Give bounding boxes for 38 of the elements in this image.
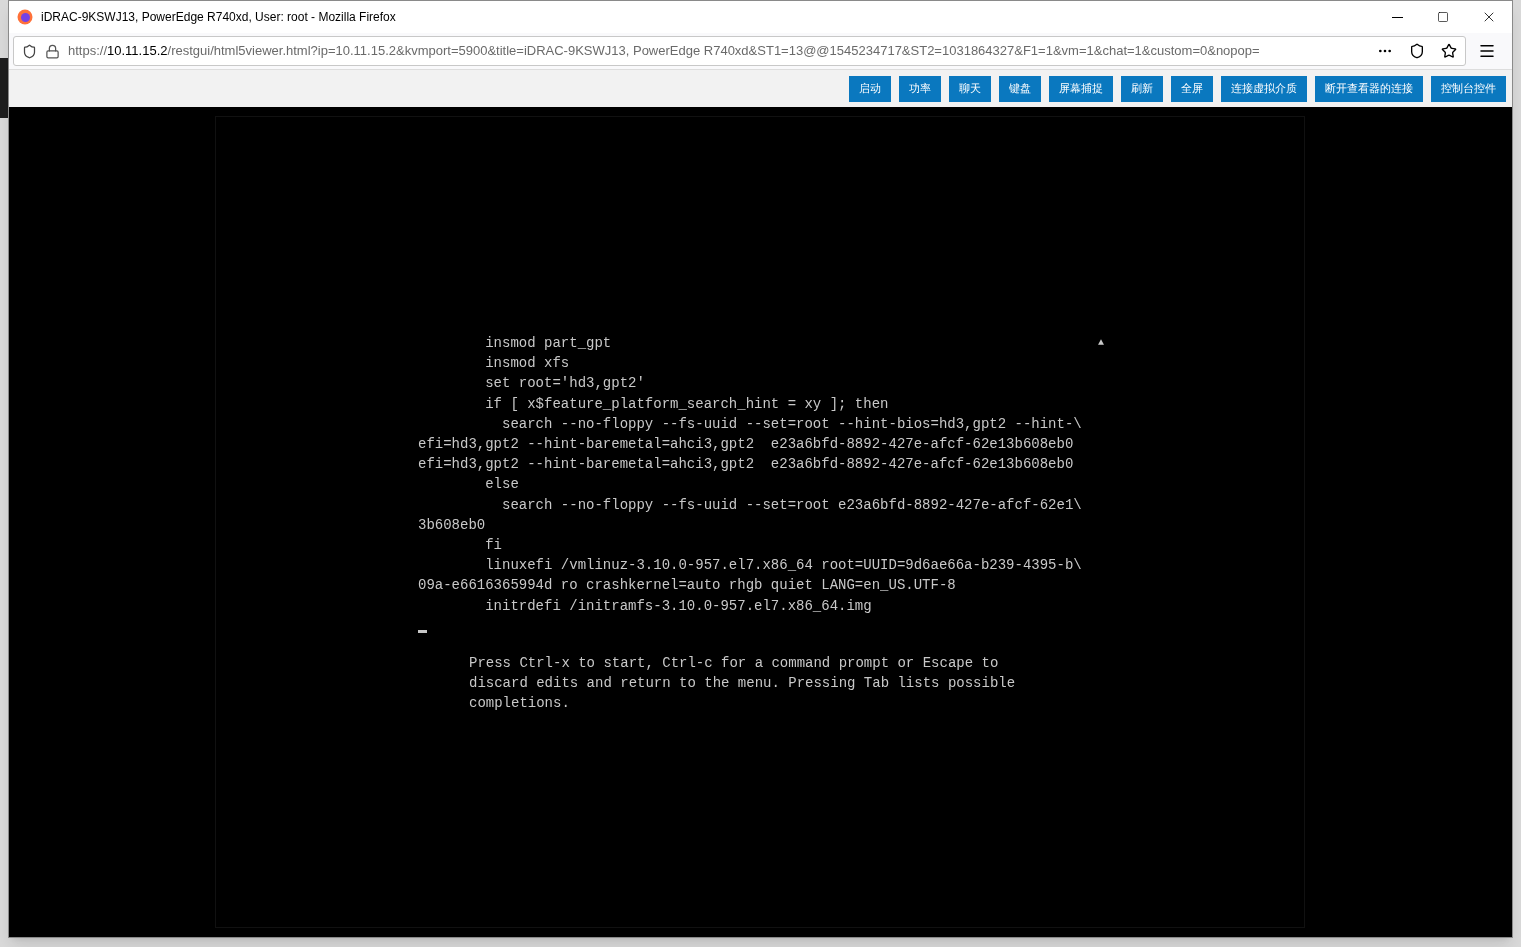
console-line: fi — [484, 536, 502, 556]
console-line: if [ x$feature_platform_search_hint = xy ]; then — [484, 394, 889, 414]
tracking-shield-icon[interactable] — [22, 43, 37, 59]
minimize-icon — [1391, 16, 1403, 18]
menu-icon[interactable] — [1478, 42, 1496, 60]
toolbar-button[interactable]: 连接虚拟介质 — [1221, 75, 1307, 102]
console-line: insmod xfs — [484, 354, 570, 374]
toolbar-button[interactable]: 断开查看器的连接 — [1315, 75, 1423, 102]
console-line: 3b608eb0 — [418, 515, 486, 535]
console-line: efi=hd3,gpt2 --hint-baremetal=ahci3,gpt2 e23a6bfd-8892-427e-afcf-62e13b608eb0 — [418, 435, 1074, 454]
console-line: insmod part_gpt — [484, 334, 612, 353]
console-line: search --no-floppy --fs-uuid --set=root --hint-bios=hd3,gpt2 --hint-\ — [501, 414, 1082, 434]
console-line: linuxefi /vmlinuz-3.10.0-957.el7.x86_64 root=UUID=9d6ae66a-b239-4395-b\ — [484, 556, 1082, 576]
toolbar-button[interactable]: 键盘 — [999, 75, 1041, 102]
toolbar-button[interactable]: 聊天 — [949, 75, 991, 102]
toolbar-button[interactable]: 全屏 — [1171, 75, 1213, 102]
scroll-marker: ▲ — [1098, 336, 1104, 350]
address-bar[interactable]: https://10.11.15.2/restgui/html5viewer.html?ip=10.11.15.2&kvmport=5900&title=iDRAC-9KSWJ13, PowerEdge R740xd&ST1=13@@1545234717&ST2=1031864327&F1=1&vm=1&chat=1&custom=0&nopop= — [13, 36, 1466, 66]
toolbar-button[interactable]: 刷新 — [1121, 75, 1163, 102]
toolbar-button[interactable]: 控制台控件 — [1431, 75, 1506, 102]
toolbar-button[interactable]: 功率 — [899, 75, 941, 102]
console-line: else — [484, 475, 519, 495]
console-line: set root='hd3,gpt2' — [484, 374, 645, 394]
help-line: Press Ctrl-x to start, Ctrl-c for a command prompt or Escape to — [469, 653, 999, 673]
help-line: completions. — [469, 694, 570, 714]
console-line: search --no-floppy --fs-uuid --set=root e23a6bfd-8892-427e-afcf-62e1\ — [501, 495, 1082, 515]
text-cursor — [418, 629, 427, 633]
maximize-icon — [1437, 11, 1449, 23]
background-window-edge — [0, 58, 8, 118]
console-line: efi=hd3,gpt2 --hint-baremetal=ahci3,gpt2 e23a6bfd-8892-427e-afcf-62e13b608eb0 — [418, 455, 1074, 475]
console-line: 09a-e6616365994d ro crashkernel=auto rhgb quiet LANG=en_US.UTF-8 — [418, 576, 956, 596]
bookmark-star-icon[interactable] — [1441, 43, 1457, 59]
window-title: iDRAC-9KSWJ13, PowerEdge R740xd, User: root - Mozilla Firefox — [41, 9, 396, 26]
toolbar-button[interactable]: 屏幕捕捉 — [1049, 75, 1113, 102]
toolbar-button[interactable]: 启动 — [849, 75, 891, 102]
console-line: initrdefi /initramfs-3.10.0-957.el7.x86_64.img — [484, 596, 872, 616]
browser-logo-icon — [17, 9, 33, 25]
help-line: discard edits and return to the menu. Pressing Tab lists possible — [469, 674, 1016, 694]
